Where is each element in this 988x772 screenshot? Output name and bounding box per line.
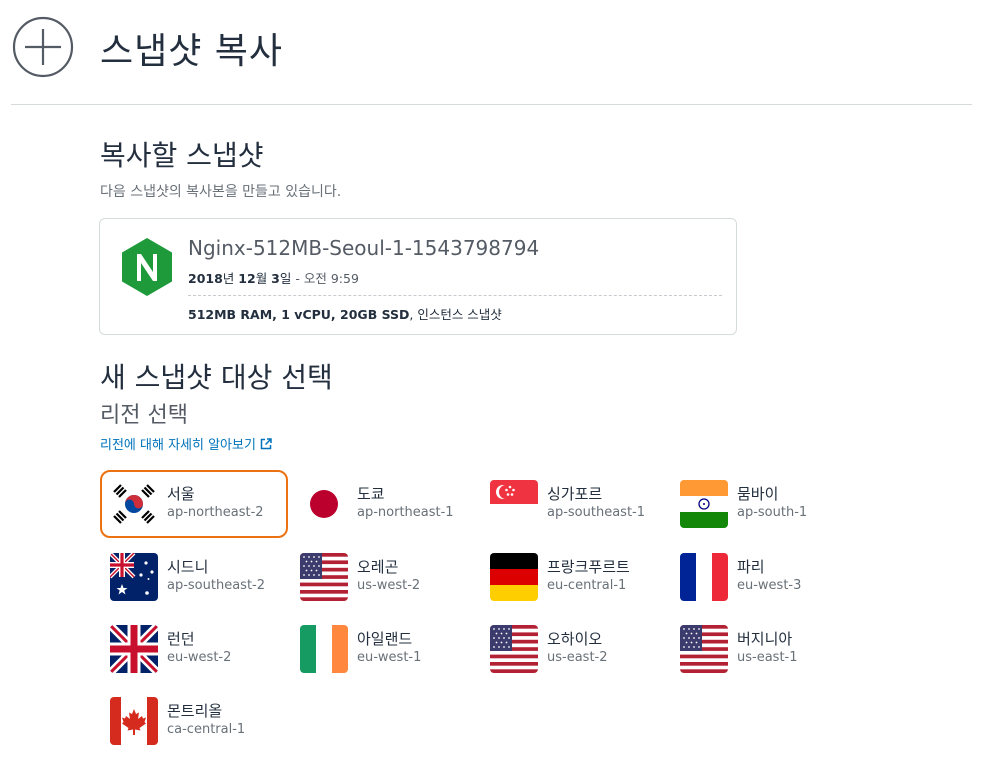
region-name: 서울 <box>167 485 195 503</box>
region-name: 도쿄 <box>357 485 385 503</box>
region-name: 오하이오 <box>547 630 603 648</box>
flag-us-icon <box>300 553 348 601</box>
target-section-title: 새 스냅샷 대상 선택 <box>100 361 333 394</box>
flag-ie-icon <box>300 625 348 673</box>
header-divider <box>11 104 972 105</box>
flag-us-icon <box>680 625 728 673</box>
region-name: 싱가포르 <box>547 485 603 503</box>
region-code: eu-west-2 <box>167 650 232 665</box>
region-heading: 리전 선택 <box>100 403 188 428</box>
region-code: ap-south-1 <box>737 505 808 520</box>
region-option-eu-west-3[interactable]: 파리 eu-west-3 <box>670 543 858 611</box>
snapshot-date: 2018년 12월 3일 - 오전 9:59 <box>188 271 359 286</box>
flag-ca-icon <box>110 697 158 745</box>
region-code: ap-southeast-1 <box>547 505 646 520</box>
region-code: ap-northeast-1 <box>357 505 454 520</box>
page-header: 스냅샷 복사 <box>0 0 988 106</box>
region-code: ap-southeast-2 <box>167 578 266 593</box>
region-option-ap-northeast-2[interactable]: 서울 ap-northeast-2 <box>100 470 288 538</box>
flag-gb-icon <box>110 625 158 673</box>
snapshot-name: Nginx-512MB-Seoul-1-1543798794 <box>188 236 540 260</box>
region-name: 버지니아 <box>737 630 793 648</box>
region-code: ap-northeast-2 <box>167 505 264 520</box>
region-name: 프랑크푸르트 <box>547 558 630 576</box>
snapshot-divider <box>188 295 722 296</box>
region-name: 오레곤 <box>357 558 399 576</box>
region-option-us-east-1[interactable]: 버지니아 us-east-1 <box>670 615 858 683</box>
region-option-ap-south-1[interactable]: 뭄바이 ap-south-1 <box>670 470 858 538</box>
region-name: 런던 <box>167 630 195 648</box>
flag-us-icon <box>490 625 538 673</box>
region-option-eu-west-1[interactable]: 아일랜드 eu-west-1 <box>290 615 478 683</box>
flag-in-icon <box>680 480 728 528</box>
region-option-ap-southeast-2[interactable]: 시드니 ap-southeast-2 <box>100 543 288 611</box>
source-section-title: 복사할 스냅샷 <box>100 139 264 172</box>
region-option-eu-central-1[interactable]: 프랑크푸르트 eu-central-1 <box>480 543 668 611</box>
region-option-us-west-2[interactable]: 오레곤 us-west-2 <box>290 543 478 611</box>
region-name: 시드니 <box>167 558 209 576</box>
region-code: us-west-2 <box>357 578 421 593</box>
plus-circle-icon <box>12 16 74 78</box>
region-code: ca-central-1 <box>167 722 246 737</box>
region-code: us-east-2 <box>547 650 608 665</box>
region-code: eu-west-3 <box>737 578 802 593</box>
external-link-icon <box>260 438 272 450</box>
region-name: 몬트리올 <box>167 702 223 720</box>
region-code: us-east-1 <box>737 650 798 665</box>
snapshot-specs: 512MB RAM, 1 vCPU, 20GB SSD, 인스턴스 스냅샷 <box>188 307 502 322</box>
nginx-logo-icon <box>122 238 172 296</box>
learn-regions-link[interactable]: 리전에 대해 자세히 알아보기 <box>100 434 272 453</box>
flag-au-icon <box>110 553 158 601</box>
region-option-eu-west-2[interactable]: 런던 eu-west-2 <box>100 615 288 683</box>
region-name: 파리 <box>737 558 765 576</box>
region-code: eu-central-1 <box>547 578 627 593</box>
region-option-us-east-2[interactable]: 오하이오 us-east-2 <box>480 615 668 683</box>
source-section-subtitle: 다음 스냅샷의 복사본을 만들고 있습니다. <box>100 184 342 200</box>
region-name: 아일랜드 <box>357 630 413 648</box>
region-option-ap-northeast-1[interactable]: 도쿄 ap-northeast-1 <box>290 470 478 538</box>
snapshot-card: Nginx-512MB-Seoul-1-1543798794 2018년 12월… <box>99 218 737 335</box>
region-option-ca-central-1[interactable]: 몬트리올 ca-central-1 <box>100 687 288 755</box>
region-option-ap-southeast-1[interactable]: 싱가포르 ap-southeast-1 <box>480 470 668 538</box>
region-code: eu-west-1 <box>357 650 422 665</box>
page-title: 스냅샷 복사 <box>100 31 284 72</box>
flag-jp-icon <box>300 480 348 528</box>
flag-kr-icon <box>110 480 158 528</box>
flag-fr-icon <box>680 553 728 601</box>
flag-sg-icon <box>490 480 538 528</box>
region-name: 뭄바이 <box>737 485 779 503</box>
flag-de-icon <box>490 553 538 601</box>
